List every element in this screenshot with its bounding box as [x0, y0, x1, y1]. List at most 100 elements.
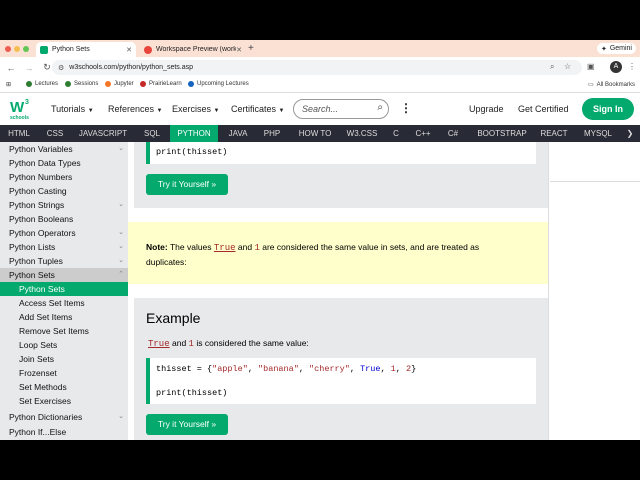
- close-tab-icon[interactable]: ✕: [236, 46, 242, 54]
- browser-menu-icon[interactable]: ⋮: [628, 62, 636, 71]
- sidebar-item-python-variables[interactable]: Python Variables ⌄: [0, 142, 128, 156]
- minimize-window-dot[interactable]: [14, 46, 20, 52]
- sidebar-item-python-casting[interactable]: Python Casting: [0, 184, 128, 198]
- sidebar-item-python-booleans[interactable]: Python Booleans: [0, 212, 128, 226]
- bookmark-upcoming-lectures[interactable]: Upcoming Lectures: [188, 81, 249, 87]
- site-info-icon[interactable]: ⚙: [58, 64, 64, 72]
- tab-python-sets[interactable]: Python Sets ✕: [36, 42, 136, 57]
- topnav-sql[interactable]: SQL: [138, 125, 166, 142]
- upgrade-link[interactable]: Upgrade: [469, 104, 504, 114]
- topnav-w3css[interactable]: W3.CSS: [342, 125, 382, 142]
- chevron-up-icon: ⌃: [118, 271, 124, 278]
- topnav-mysql[interactable]: MYSQL: [578, 125, 618, 142]
- sidebar-item-python-tuples[interactable]: Python Tuples ⌄: [0, 254, 128, 268]
- sidebar-item-label: Access Set Items: [19, 298, 85, 308]
- close-window-dot[interactable]: [5, 46, 11, 52]
- topnav-react[interactable]: REACT: [536, 125, 572, 142]
- sidebar-item-python-numbers[interactable]: Python Numbers: [0, 170, 128, 184]
- topnav-java[interactable]: JAVA: [222, 125, 254, 142]
- topnav-how-to[interactable]: HOW TO: [292, 125, 338, 142]
- example-description: True and 1 is considered the same value:: [148, 338, 309, 349]
- zoom-icon[interactable]: ⌕: [550, 62, 554, 72]
- folder-icon: ▭: [588, 82, 594, 88]
- code-keyword: True: [360, 364, 381, 374]
- note-text-part: The values: [169, 242, 212, 252]
- bookmark-icon: [65, 81, 71, 87]
- profile-avatar[interactable]: A: [610, 61, 622, 73]
- sidebar-item-label: Loop Sets: [19, 340, 58, 350]
- topnav-css[interactable]: CSS: [40, 125, 70, 142]
- certificates-menu[interactable]: Certificates ▼: [231, 104, 284, 114]
- search-input[interactable]: Search... ⌕: [293, 99, 389, 119]
- topnav-csharp[interactable]: C#: [442, 125, 464, 142]
- get-certified-link[interactable]: Get Certified: [518, 104, 569, 114]
- tutorials-menu[interactable]: Tutorials ▼: [51, 104, 94, 114]
- sidebar-item-loop-sets[interactable]: Loop Sets: [0, 338, 128, 352]
- try-it-yourself-button[interactable]: Try it Yourself »: [146, 414, 228, 435]
- bookmark-icon: [105, 81, 111, 87]
- bookmark-icon: [188, 81, 194, 87]
- maximize-window-dot[interactable]: [23, 46, 29, 52]
- bookmark-label: Upcoming Lectures: [197, 81, 249, 87]
- search-icon[interactable]: ⌕: [377, 102, 383, 113]
- sidebar-item-python-dictionaries[interactable]: Python Dictionaries ⌄: [0, 410, 128, 424]
- topnav-javascript[interactable]: JAVASCRIPT: [74, 125, 132, 142]
- back-arrow-icon[interactable]: ←: [4, 63, 18, 73]
- bookmark-sessions[interactable]: Sessions: [65, 81, 98, 87]
- code-line: print(thisset): [156, 388, 228, 398]
- tab-workspace-preview[interactable]: Workspace Preview (workspa ✕: [140, 42, 246, 57]
- url-field[interactable]: ⚙ w3schools.com/python/python_sets.asp ⌕…: [52, 60, 582, 75]
- caret-down-icon: ▼: [156, 108, 163, 114]
- sidebar-item-label: Python Sets: [9, 270, 55, 280]
- w3schools-logo[interactable]: W 3 schools: [10, 97, 32, 121]
- apps-grid-icon[interactable]: ⊞: [6, 81, 11, 88]
- sidebar-item-python-sets-group[interactable]: Python Sets ⌃: [0, 268, 128, 282]
- gemini-button[interactable]: ✦ Gemini: [596, 43, 636, 54]
- sidebar-item-label: Python Data Types: [9, 158, 81, 168]
- forward-arrow-icon[interactable]: →: [22, 63, 36, 73]
- new-tab-button[interactable]: +: [248, 43, 254, 54]
- sign-in-button[interactable]: Sign In: [582, 98, 634, 120]
- sidebar-item-access-set-items[interactable]: Access Set Items: [0, 296, 128, 310]
- bookmark-label: Jupyter: [114, 81, 134, 87]
- topnav-cpp[interactable]: C++: [410, 125, 436, 142]
- tab-label: Python Sets: [52, 46, 90, 53]
- chevron-down-icon: ⌄: [118, 413, 124, 420]
- all-bookmarks[interactable]: ▭ All Bookmarks: [588, 81, 635, 89]
- sidebar-item-join-sets[interactable]: Join Sets: [0, 352, 128, 366]
- sidebar-item-label: Set Exercises: [19, 396, 71, 406]
- topnav-python[interactable]: PYTHON: [170, 125, 218, 142]
- references-menu[interactable]: References ▼: [108, 104, 163, 114]
- bookmark-prairielearn[interactable]: PrairieLearn: [140, 81, 182, 87]
- sidebar-item-python-if-else[interactable]: Python If...Else: [0, 425, 128, 439]
- sidebar-item-label: Join Sets: [19, 354, 54, 364]
- sidebar-item-python-strings[interactable]: Python Strings ⌄: [0, 198, 128, 212]
- more-options-icon[interactable]: ⋮: [400, 101, 412, 115]
- exercises-menu[interactable]: Exercises ▼: [172, 104, 219, 114]
- address-bar-row: ← → ↻ ⚙ w3schools.com/python/python_sets…: [0, 57, 640, 78]
- sidebar-item-remove-set-items[interactable]: Remove Set Items: [0, 324, 128, 338]
- sidebar-item-label: Python Dictionaries: [9, 412, 83, 422]
- note-label: Note:: [146, 242, 168, 252]
- topnav-html[interactable]: HTML: [4, 125, 34, 142]
- topnav-c[interactable]: C: [388, 125, 404, 142]
- sidebar-item-python-operators[interactable]: Python Operators ⌄: [0, 226, 128, 240]
- sidebar-item-python-sets[interactable]: Python Sets: [0, 282, 128, 296]
- topnav-next-arrow-icon[interactable]: ❯: [624, 125, 636, 142]
- bookmark-lectures[interactable]: Lectures: [26, 81, 58, 87]
- bookmark-jupyter[interactable]: Jupyter: [105, 81, 134, 87]
- sidebar-item-add-set-items[interactable]: Add Set Items: [0, 310, 128, 324]
- sidebar-item-set-exercises[interactable]: Set Exercises: [0, 394, 128, 408]
- bookmark-icon: [26, 81, 32, 87]
- topnav-bootstrap[interactable]: BOOTSTRAP: [470, 125, 534, 142]
- sidebar-item-python-data-types[interactable]: Python Data Types: [0, 156, 128, 170]
- sidebar-item-frozenset[interactable]: Frozenset: [0, 366, 128, 380]
- extensions-icon[interactable]: ▣: [587, 62, 595, 71]
- sidebar-item-set-methods[interactable]: Set Methods: [0, 380, 128, 394]
- sidebar-item-python-lists[interactable]: Python Lists ⌄: [0, 240, 128, 254]
- try-it-yourself-button[interactable]: Try it Yourself »: [146, 174, 228, 195]
- example-box-top: print(thisset) Try it Yourself »: [134, 142, 548, 208]
- close-tab-icon[interactable]: ✕: [126, 46, 132, 54]
- bookmark-star-icon[interactable]: ☆: [564, 62, 571, 71]
- topnav-php[interactable]: PHP: [258, 125, 286, 142]
